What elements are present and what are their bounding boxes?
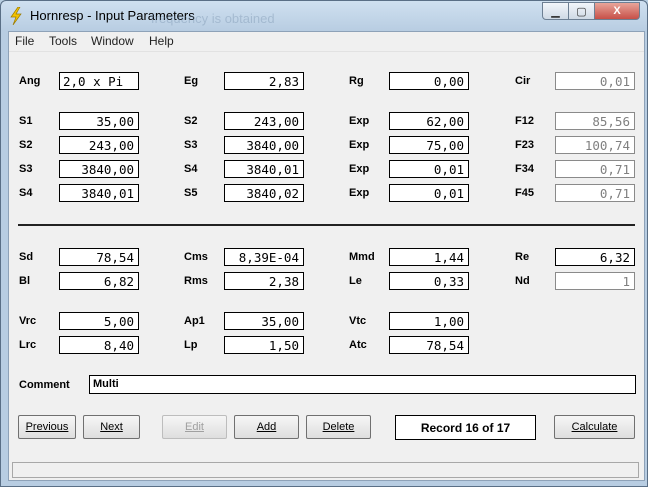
label-sd: Sd [19, 251, 34, 263]
menu-file[interactable]: File [15, 34, 34, 48]
label-eg: Eg [184, 75, 199, 87]
label-ap1: Ap1 [184, 315, 205, 327]
label-exp-4: Exp [349, 187, 370, 199]
label-exp-3: Exp [349, 163, 370, 175]
field-s3-b[interactable]: 3840,00 [59, 160, 139, 178]
label-s3-b: S3 [19, 163, 33, 175]
label-f23: F23 [515, 139, 534, 151]
field-le[interactable]: 0,33 [389, 272, 469, 290]
field-exp-2[interactable]: 75,00 [389, 136, 469, 154]
label-nd: Nd [515, 275, 530, 287]
field-s2-b[interactable]: 243,00 [59, 136, 139, 154]
app-window: Hornresp - Input Parameters frequency is… [0, 0, 648, 487]
label-f12: F12 [515, 115, 534, 127]
field-sd[interactable]: 78,54 [59, 248, 139, 266]
field-exp-4[interactable]: 0,01 [389, 184, 469, 202]
next-button[interactable]: Next [83, 415, 140, 439]
label-le: Le [349, 275, 362, 287]
section-divider [18, 224, 635, 226]
field-s2[interactable]: 243,00 [224, 112, 304, 130]
label-atc: Atc [349, 339, 367, 351]
field-ap1[interactable]: 35,00 [224, 312, 304, 330]
label-lrc: Lrc [19, 339, 37, 351]
label-re: Re [515, 251, 530, 263]
field-atc[interactable]: 78,54 [389, 336, 469, 354]
label-rg: Rg [349, 75, 364, 87]
field-vrc[interactable]: 5,00 [59, 312, 139, 330]
label-s1: S1 [19, 115, 33, 127]
maximize-button[interactable]: ▢ [568, 2, 595, 20]
field-vtc[interactable]: 1,00 [389, 312, 469, 330]
menu-bar: File Tools Window Help [9, 32, 644, 52]
edit-button[interactable]: Edit [162, 415, 227, 439]
label-ang: Ang [19, 75, 41, 87]
label-s3: S3 [184, 139, 198, 151]
field-rms[interactable]: 2,38 [224, 272, 304, 290]
menu-help[interactable]: Help [149, 34, 174, 48]
record-indicator: Record 16 of 17 [395, 415, 536, 440]
lightning-bolt-icon [10, 7, 22, 25]
maximize-icon: ▢ [576, 5, 587, 18]
label-mmd: Mmd [349, 251, 375, 263]
label-s2-b: S2 [19, 139, 33, 151]
field-lp[interactable]: 1,50 [224, 336, 304, 354]
calculate-button[interactable]: Calculate [554, 415, 635, 439]
field-exp-3[interactable]: 0,01 [389, 160, 469, 178]
status-bar [12, 462, 639, 478]
field-cms[interactable]: 8,39E-04 [224, 248, 304, 266]
client-area: File Tools Window Help Ang 2,0 x Pi Eg 2… [8, 31, 645, 481]
field-ang[interactable]: 2,0 x Pi [59, 72, 139, 90]
field-nd[interactable]: 1 [555, 272, 635, 290]
menu-window[interactable]: Window [91, 34, 134, 48]
field-s4[interactable]: 3840,01 [224, 160, 304, 178]
menu-tools[interactable]: Tools [49, 34, 77, 48]
field-f23: 100,74 [555, 136, 635, 154]
field-f45: 0,71 [555, 184, 635, 202]
label-vtc: Vtc [349, 315, 367, 327]
field-s1[interactable]: 35,00 [59, 112, 139, 130]
field-f34: 0,71 [555, 160, 635, 178]
delete-button[interactable]: Delete [306, 415, 371, 439]
field-s4-b[interactable]: 3840,01 [59, 184, 139, 202]
label-exp-2: Exp [349, 139, 370, 151]
field-f12: 85,56 [555, 112, 635, 130]
label-vrc: Vrc [19, 315, 37, 327]
label-s4: S4 [184, 163, 198, 175]
label-cms: Cms [184, 251, 208, 263]
label-rms: Rms [184, 275, 208, 287]
field-rg[interactable]: 0,00 [389, 72, 469, 90]
previous-button[interactable]: Previous [18, 415, 76, 439]
field-s5[interactable]: 3840,02 [224, 184, 304, 202]
label-lp: Lp [184, 339, 198, 351]
minimize-icon: ▁ [551, 5, 560, 18]
label-exp-1: Exp [349, 115, 370, 127]
field-mmd[interactable]: 1,44 [389, 248, 469, 266]
field-eg[interactable]: 2,83 [224, 72, 304, 90]
field-exp-1[interactable]: 62,00 [389, 112, 469, 130]
minimize-button[interactable]: ▁ [542, 2, 569, 20]
field-lrc[interactable]: 8,40 [59, 336, 139, 354]
label-s5: S5 [184, 187, 198, 199]
label-f45: F45 [515, 187, 534, 199]
label-s2: S2 [184, 115, 198, 127]
label-f34: F34 [515, 163, 534, 175]
comment-field[interactable]: Multi [89, 375, 636, 394]
field-s3[interactable]: 3840,00 [224, 136, 304, 154]
label-s4-b: S4 [19, 187, 33, 199]
field-bl[interactable]: 6,82 [59, 272, 139, 290]
label-cir: Cir [515, 75, 531, 87]
field-re[interactable]: 6,32 [555, 248, 635, 266]
title-bar[interactable]: Hornresp - Input Parameters frequency is… [1, 1, 647, 31]
field-cir: 0,01 [555, 72, 635, 90]
label-comment: Comment [19, 379, 70, 391]
close-button[interactable]: X [594, 2, 640, 20]
label-bl: Bl [19, 275, 30, 287]
close-icon: X [613, 5, 621, 17]
add-button[interactable]: Add [234, 415, 299, 439]
background-window-text: frequency is obtained [151, 11, 275, 26]
